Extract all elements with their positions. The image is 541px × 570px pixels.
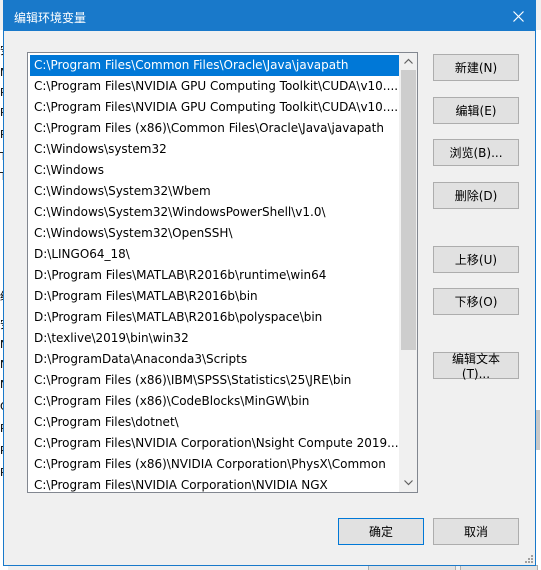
edit-button[interactable]: 编辑(E) (433, 97, 519, 124)
window-title: 编辑环境变量 (14, 11, 87, 25)
resize-grip-icon[interactable] (523, 553, 533, 563)
list-item[interactable]: C:\Windows\System32\WindowsPowerShell\v1… (30, 202, 400, 223)
list-item[interactable]: C:\Windows\System32\Wbem (30, 181, 400, 202)
scrollbar-thumb[interactable] (401, 70, 416, 350)
list-item[interactable]: C:\Windows\system32 (30, 139, 400, 160)
list-item[interactable]: C:\Program Files\NVIDIA GPU Computing To… (30, 97, 400, 118)
list-item[interactable]: C:\Program Files\NVIDIA Corporation\Nsig… (30, 433, 400, 454)
ok-button[interactable]: 确定 (338, 518, 424, 545)
title-bar[interactable]: 编辑环境变量 (4, 1, 535, 31)
new-button[interactable]: 新建(N) (433, 54, 519, 81)
move-up-button[interactable]: 上移(U) (433, 246, 519, 273)
list-item[interactable]: D:\Program Files\MATLAB\R2016b\runtime\w… (30, 265, 400, 286)
vertical-scrollbar[interactable] (399, 53, 417, 492)
move-down-button[interactable]: 下移(O) (433, 288, 519, 315)
list-item[interactable]: D:\Program Files\MATLAB\R2016b\bin (30, 286, 400, 307)
list-item[interactable]: D:\ProgramData\Anaconda3\Scripts (30, 349, 400, 370)
list-item[interactable]: C:\Program Files (x86)\CodeBlocks\MinGW\… (30, 391, 400, 412)
scroll-down-button[interactable] (400, 475, 417, 492)
list-item[interactable]: D:\LINGO64_18\ (30, 244, 400, 265)
edit-env-var-dialog: 编辑环境变量 C:\Program Files\Common Files\Ora… (3, 0, 536, 566)
close-button[interactable] (501, 1, 535, 31)
edit-text-button[interactable]: 编辑文本(T)... (433, 352, 519, 381)
list-item[interactable]: C:\Windows (30, 160, 400, 181)
list-item[interactable]: C:\Program Files (x86)\Common Files\Orac… (30, 118, 400, 139)
cancel-button[interactable]: 取消 (433, 518, 519, 545)
list-item[interactable]: C:\Program Files\Common Files\Oracle\Jav… (30, 55, 400, 76)
list-item[interactable]: D:\texlive\2019\bin\win32 (30, 328, 400, 349)
list-item[interactable]: C:\Program Files (x86)\IBM\SPSS\Statisti… (30, 370, 400, 391)
list-item[interactable]: C:\Program Files\NVIDIA Corporation\NVID… (30, 475, 400, 492)
list-item[interactable]: C:\Program Files (x86)\NVIDIA Corporatio… (30, 454, 400, 475)
browse-button[interactable]: 浏览(B)... (433, 139, 519, 166)
chevron-down-icon (404, 480, 413, 486)
list-item[interactable]: D:\Program Files\MATLAB\R2016b\polyspace… (30, 307, 400, 328)
scroll-up-button[interactable] (400, 53, 417, 70)
chevron-up-icon (404, 58, 413, 64)
list-item[interactable]: C:\Windows\System32\OpenSSH\ (30, 223, 400, 244)
path-list[interactable]: C:\Program Files\Common Files\Oracle\Jav… (27, 52, 418, 493)
list-item[interactable]: C:\Program Files\NVIDIA GPU Computing To… (30, 76, 400, 97)
delete-button[interactable]: 删除(D) (433, 182, 519, 209)
close-icon (513, 11, 524, 22)
list-item[interactable]: C:\Program Files\dotnet\ (30, 412, 400, 433)
